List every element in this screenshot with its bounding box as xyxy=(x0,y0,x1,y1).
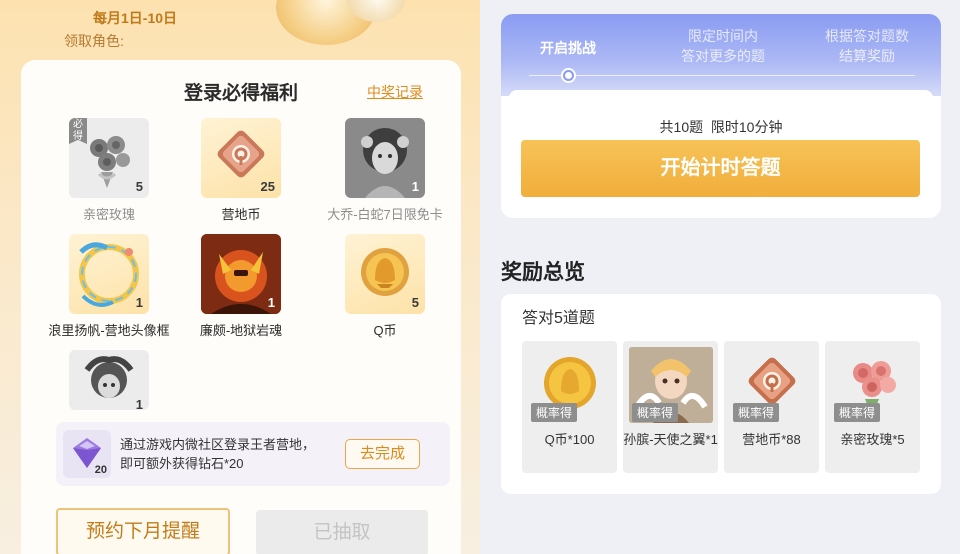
reward-camp-coin[interactable]: 概率得 营地币*88 xyxy=(724,341,819,473)
reward-tier-title: 答对5道题 xyxy=(522,310,595,327)
character-portrait: 1 xyxy=(69,350,149,410)
reward-item-avatar-frame[interactable]: 1 浪里扬帆-营地头像框 xyxy=(34,234,184,339)
login-welfare-panel: 每月1日-10日 领取角色: 登录必得福利 中奖记录 必得 5 亲密玫瑰 25 … xyxy=(0,0,480,554)
reward-overview-title: 奖励总览 xyxy=(501,261,585,284)
reserve-reminder-button[interactable]: 预约下月提醒 xyxy=(56,508,230,554)
quiz-panel: 开启挑战 限定时间内 答对更多的题 根据答对题数 结算奖励 共10题 限时10分… xyxy=(480,0,960,554)
reward-item-q-coin[interactable]: 5 Q币 xyxy=(310,234,460,339)
reward-item-rose[interactable]: 必得 5 亲密玫瑰 xyxy=(34,118,184,223)
item-count: 25 xyxy=(260,179,275,194)
reward-item-daqiao-card[interactable]: 1 大乔-白蛇7日限免卡 xyxy=(310,118,460,223)
reward-sunbin-skin[interactable]: 概率得 孙膑-天使之翼*1 xyxy=(623,341,718,473)
q-coin-icon: 5 xyxy=(345,234,425,314)
start-quiz-button[interactable]: 开始计时答题 xyxy=(521,140,920,197)
reward-item-lianpo-skin[interactable]: 1 廉颇-地狱岩魂 xyxy=(166,234,316,339)
reward-name: 营地币*88 xyxy=(742,432,801,447)
current-step-dot xyxy=(563,70,574,81)
quiz-info: 共10题 限时10分钟 xyxy=(659,119,783,135)
quiz-steps-header: 开启挑战 限定时间内 答对更多的题 根据答对题数 结算奖励 xyxy=(501,14,941,96)
claim-role-label: 领取角色: xyxy=(64,33,124,49)
reward-name: Q币*100 xyxy=(544,432,595,447)
probability-badge: 概率得 xyxy=(632,403,679,422)
item-name: 廉颇-地狱岩魂 xyxy=(199,323,283,338)
step-answer-more: 限定时间内 答对更多的题 xyxy=(681,28,765,64)
item-name: Q币 xyxy=(373,323,397,338)
welfare-card: 登录必得福利 中奖记录 必得 5 亲密玫瑰 25 营地币 1 大乔-白蛇7日限免… xyxy=(21,60,461,554)
step-start-challenge: 开启挑战 xyxy=(540,40,596,56)
rose-bouquet-icon: 必得 5 xyxy=(69,118,149,198)
avatar-frame-icon: 1 xyxy=(69,234,149,314)
extra-task: 20 通过游戏内微社区登录王者营地，即可额外获得钻石*20 去完成 xyxy=(56,422,450,486)
daqiao-skin-portrait: 1 xyxy=(345,118,425,198)
reward-overview-card: 答对5道题 概率得 Q币*100 概率得 孙膑-天使之翼*1 概率得 营地币*8… xyxy=(501,294,941,494)
reward-rose[interactable]: 概率得 亲密玫瑰*5 xyxy=(825,341,920,473)
item-count: 1 xyxy=(135,397,143,410)
item-name: 浪里扬帆-营地头像框 xyxy=(48,323,170,338)
item-count: 5 xyxy=(411,295,419,310)
already-drawn-button: 已抽取 xyxy=(256,510,428,554)
prize-record-link[interactable]: 中奖记录 xyxy=(367,82,423,102)
probability-badge: 概率得 xyxy=(733,403,780,422)
probability-badge: 概率得 xyxy=(531,403,578,422)
step-progress-line xyxy=(529,75,915,76)
reward-name: 孙膑-天使之翼*1 xyxy=(623,432,718,447)
item-count: 1 xyxy=(411,179,419,194)
item-name: 亲密玫瑰 xyxy=(82,207,135,222)
probability-badge: 概率得 xyxy=(834,403,881,422)
reward-item-character[interactable]: 1 xyxy=(34,350,184,410)
quiz-body: 共10题 限时10分钟 开始计时答题 xyxy=(509,90,933,212)
reward-q-coin[interactable]: 概率得 Q币*100 xyxy=(522,341,617,473)
item-name: 营地币 xyxy=(221,207,261,222)
item-count: 1 xyxy=(267,295,275,310)
diamond-icon: 20 xyxy=(63,430,111,478)
step-settle-reward: 根据答对题数 结算奖励 xyxy=(825,28,909,64)
go-complete-button[interactable]: 去完成 xyxy=(345,439,420,469)
quiz-card: 开启挑战 限定时间内 答对更多的题 根据答对题数 结算奖励 共10题 限时10分… xyxy=(501,14,941,218)
item-name: 大乔-白蛇7日限免卡 xyxy=(327,207,443,222)
reward-item-camp-coin[interactable]: 25 营地币 xyxy=(166,118,316,223)
item-count: 1 xyxy=(135,295,143,310)
reward-name: 亲密玫瑰*5 xyxy=(840,432,905,447)
camp-coin-icon: 25 xyxy=(201,118,281,198)
lianpo-skin-portrait: 1 xyxy=(201,234,281,314)
event-date: 每月1日-10日 xyxy=(93,10,178,26)
gem-count: 20 xyxy=(94,464,107,476)
item-count: 5 xyxy=(135,179,143,194)
task-description: 通过游戏内微社区登录王者营地，即可额外获得钻石*20 xyxy=(120,437,316,471)
